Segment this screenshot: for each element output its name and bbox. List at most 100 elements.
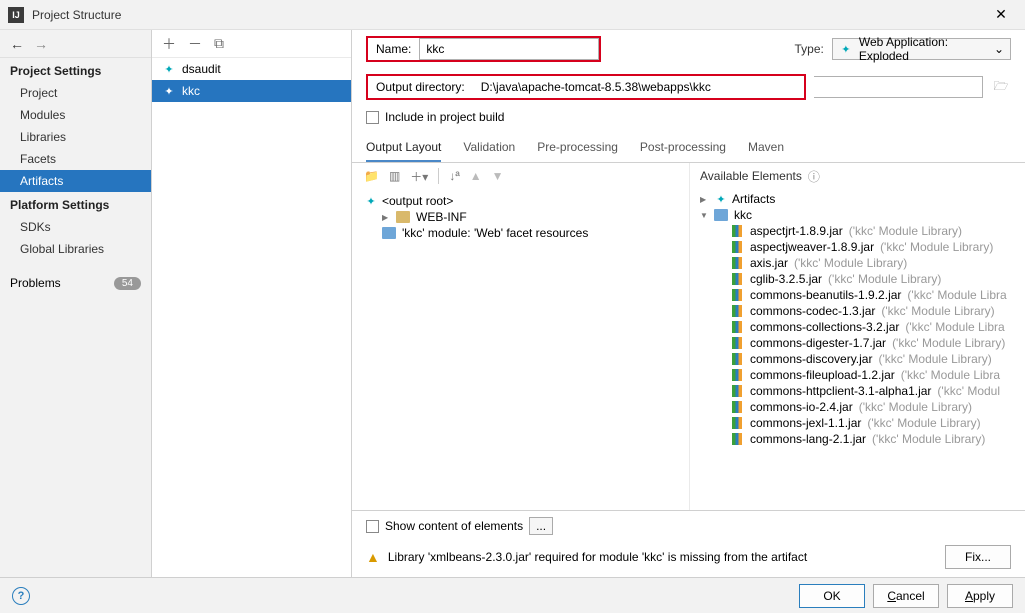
- ok-button[interactable]: OK: [799, 584, 865, 608]
- library-meta: ('kkc' Module Library): [859, 400, 972, 414]
- library-name: commons-beanutils-1.9.2.jar: [750, 288, 901, 302]
- library-meta: ('kkc' Module Library): [794, 256, 907, 270]
- tab-output-layout[interactable]: Output Layout: [366, 134, 441, 162]
- nav-libraries[interactable]: Libraries: [0, 126, 151, 148]
- artifacts-node-label: Artifacts: [732, 192, 775, 206]
- include-build-checkbox[interactable]: [366, 111, 379, 124]
- library-name: commons-httpclient-3.1-alpha1.jar: [750, 384, 931, 398]
- library-item[interactable]: commons-discovery.jar('kkc' Module Libra…: [696, 351, 1019, 367]
- expand-icon[interactable]: ▶: [700, 195, 710, 204]
- library-meta: ('kkc' Module Libra: [905, 320, 1004, 334]
- library-icon: [732, 273, 742, 285]
- library-icon: [732, 289, 742, 301]
- library-meta: ('kkc' Module Library): [828, 272, 941, 286]
- artifacts-toolbar: ＋ － ⧉: [152, 30, 351, 58]
- available-tree[interactable]: ▶ ✦ Artifacts ▼ kkc aspectjrt-1.8.9.jar(…: [690, 189, 1025, 510]
- dialog-button-bar: ? OK Cancel Apply: [0, 577, 1025, 613]
- new-folder-icon[interactable]: 📁: [364, 169, 379, 183]
- library-item[interactable]: commons-digester-1.7.jar('kkc' Module Li…: [696, 335, 1019, 351]
- forward-icon[interactable]: →: [34, 36, 48, 52]
- fix-button[interactable]: Fix...: [945, 545, 1011, 569]
- nav-modules[interactable]: Modules: [0, 104, 151, 126]
- library-meta: ('kkc' Module Library): [867, 416, 980, 430]
- left-nav-panel: ← → Project Settings Project Modules Lib…: [0, 30, 152, 577]
- nav-facets[interactable]: Facets: [0, 148, 151, 170]
- library-meta: ('kkc' Module Libra: [907, 288, 1006, 302]
- library-item[interactable]: commons-beanutils-1.9.2.jar ('kkc' Module…: [696, 287, 1019, 303]
- facet-resources-node[interactable]: 'kkc' module: 'Web' facet resources: [364, 225, 677, 241]
- tab-maven[interactable]: Maven: [748, 134, 784, 162]
- library-item[interactable]: aspectjweaver-1.8.9.jar('kkc' Module Lib…: [696, 239, 1019, 255]
- library-item[interactable]: commons-codec-1.3.jar('kkc' Module Libra…: [696, 303, 1019, 319]
- artifacts-tree-node[interactable]: ▶ ✦ Artifacts: [696, 191, 1019, 207]
- webinf-node[interactable]: ▶ WEB-INF: [364, 209, 677, 225]
- new-archive-icon[interactable]: ▥: [389, 169, 400, 183]
- chevron-down-icon: ⌄: [994, 42, 1004, 56]
- output-root-node[interactable]: ✦ <output root>: [364, 193, 677, 209]
- back-icon[interactable]: ←: [10, 36, 24, 52]
- nav-problems[interactable]: Problems 54: [0, 272, 151, 294]
- web-artifact-icon: ✦: [162, 84, 176, 98]
- artifact-item-dsaudit[interactable]: ✦ dsaudit: [152, 58, 351, 80]
- show-content-checkbox[interactable]: [366, 520, 379, 533]
- library-icon: [732, 417, 742, 429]
- library-meta: ('kkc' Module Library): [849, 224, 962, 238]
- nav-artifacts[interactable]: Artifacts: [0, 170, 151, 192]
- library-item[interactable]: cglib-3.2.5.jar('kkc' Module Library): [696, 271, 1019, 287]
- nav-sdks[interactable]: SDKs: [0, 216, 151, 238]
- library-item[interactable]: commons-io-2.4.jar('kkc' Module Library): [696, 399, 1019, 415]
- tab-preprocessing[interactable]: Pre-processing: [537, 134, 618, 162]
- library-item[interactable]: commons-fileupload-1.2.jar('kkc' Module …: [696, 367, 1019, 383]
- output-dir-input[interactable]: D:\java\apache-tomcat-8.5.38\webapps\kkc: [473, 76, 804, 98]
- show-content-options-button[interactable]: ...: [529, 517, 553, 535]
- type-select[interactable]: ✦ Web Application: Exploded ⌄: [832, 38, 1011, 60]
- library-meta: ('kkc' Module Library): [880, 240, 993, 254]
- library-item[interactable]: commons-lang-2.1.jar('kkc' Module Librar…: [696, 431, 1019, 447]
- help-button[interactable]: ?: [12, 587, 30, 605]
- toolbar-separator: [438, 168, 439, 184]
- history-nav: ← →: [0, 30, 151, 58]
- module-tree-node[interactable]: ▼ kkc: [696, 207, 1019, 223]
- apply-button[interactable]: Apply: [947, 584, 1013, 608]
- module-icon: [714, 209, 728, 221]
- output-layout-column: 📁 ▥ ＋▾ ↓ª ▲ ▼ ✦ <output root> ▶: [352, 163, 690, 510]
- help-icon[interactable]: ⓘ: [808, 168, 820, 185]
- library-meta: ('kkc' Module Library): [872, 432, 985, 446]
- copy-icon[interactable]: ⧉: [214, 35, 224, 52]
- collapse-icon[interactable]: ▼: [700, 211, 710, 220]
- browse-folder-icon[interactable]: 🗁: [991, 77, 1011, 98]
- type-label: Type:: [795, 42, 824, 56]
- library-item[interactable]: axis.jar('kkc' Module Library): [696, 255, 1019, 271]
- nav-project[interactable]: Project: [0, 82, 151, 104]
- include-build-label: Include in project build: [385, 110, 504, 124]
- library-item[interactable]: commons-collections-3.2.jar('kkc' Module…: [696, 319, 1019, 335]
- cancel-button[interactable]: Cancel: [873, 584, 939, 608]
- artifact-label: kkc: [182, 84, 200, 98]
- sort-icon[interactable]: ↓ª: [449, 169, 459, 183]
- library-meta: ('kkc' Module Libra: [901, 368, 1000, 382]
- name-input[interactable]: kkc: [419, 38, 599, 60]
- move-up-icon[interactable]: ▲: [470, 169, 482, 183]
- web-artifact-icon: ✦: [162, 62, 176, 76]
- move-down-icon[interactable]: ▼: [492, 169, 504, 183]
- remove-icon[interactable]: －: [188, 34, 202, 54]
- close-icon[interactable]: ✕: [985, 6, 1017, 23]
- include-build-row[interactable]: Include in project build: [352, 106, 1025, 128]
- warning-text: Library 'xmlbeans-2.3.0.jar' required fo…: [388, 550, 807, 564]
- nav-global-libraries[interactable]: Global Libraries: [0, 238, 151, 260]
- output-dir-input-extend[interactable]: [814, 76, 983, 98]
- library-item[interactable]: commons-jexl-1.1.jar('kkc' Module Librar…: [696, 415, 1019, 431]
- web-artifact-icon: ✦: [839, 42, 853, 56]
- library-icon: [732, 241, 742, 253]
- tab-postprocessing[interactable]: Post-processing: [640, 134, 726, 162]
- add-copy-icon[interactable]: ＋▾: [410, 168, 428, 185]
- expand-icon[interactable]: ▶: [382, 213, 392, 222]
- output-tree[interactable]: ✦ <output root> ▶ WEB-INF 'kkc' module: …: [352, 189, 689, 510]
- tab-validation[interactable]: Validation: [463, 134, 515, 162]
- artifact-label: dsaudit: [182, 62, 221, 76]
- library-item[interactable]: aspectjrt-1.8.9.jar('kkc' Module Library…: [696, 223, 1019, 239]
- library-item[interactable]: commons-httpclient-3.1-alpha1.jar('kkc' …: [696, 383, 1019, 399]
- warning-icon: ▲: [366, 549, 380, 565]
- add-icon[interactable]: ＋: [162, 34, 176, 54]
- artifact-item-kkc[interactable]: ✦ kkc: [152, 80, 351, 102]
